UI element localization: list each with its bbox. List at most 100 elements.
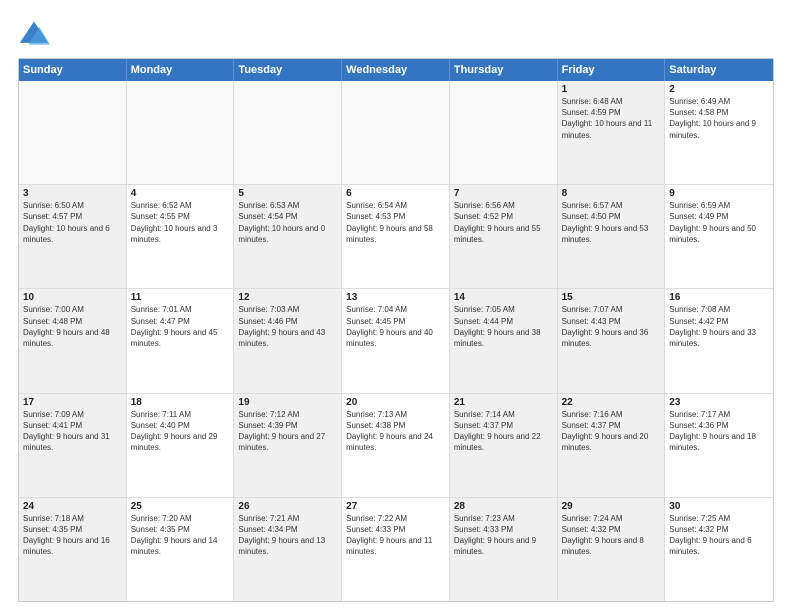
day-info: Sunrise: 7:08 AM Sunset: 4:42 PM Dayligh… bbox=[669, 304, 769, 349]
day-number: 14 bbox=[454, 292, 553, 303]
calendar-cell: 12Sunrise: 7:03 AM Sunset: 4:46 PM Dayli… bbox=[234, 289, 342, 392]
calendar-header-cell: Monday bbox=[127, 59, 235, 81]
calendar-cell: 2Sunrise: 6:49 AM Sunset: 4:58 PM Daylig… bbox=[665, 81, 773, 184]
day-info: Sunrise: 7:07 AM Sunset: 4:43 PM Dayligh… bbox=[562, 304, 661, 349]
day-number: 7 bbox=[454, 188, 553, 199]
calendar-cell: 23Sunrise: 7:17 AM Sunset: 4:36 PM Dayli… bbox=[665, 394, 773, 497]
day-number: 28 bbox=[454, 501, 553, 512]
day-info: Sunrise: 6:57 AM Sunset: 4:50 PM Dayligh… bbox=[562, 200, 661, 245]
day-number: 8 bbox=[562, 188, 661, 199]
day-number: 6 bbox=[346, 188, 445, 199]
calendar-cell: 24Sunrise: 7:18 AM Sunset: 4:35 PM Dayli… bbox=[19, 498, 127, 601]
day-number: 15 bbox=[562, 292, 661, 303]
calendar-cell: 20Sunrise: 7:13 AM Sunset: 4:38 PM Dayli… bbox=[342, 394, 450, 497]
calendar-cell: 27Sunrise: 7:22 AM Sunset: 4:33 PM Dayli… bbox=[342, 498, 450, 601]
calendar-row: 1Sunrise: 6:48 AM Sunset: 4:59 PM Daylig… bbox=[19, 81, 773, 185]
calendar-cell: 29Sunrise: 7:24 AM Sunset: 4:32 PM Dayli… bbox=[558, 498, 666, 601]
calendar-cell: 8Sunrise: 6:57 AM Sunset: 4:50 PM Daylig… bbox=[558, 185, 666, 288]
calendar-cell: 16Sunrise: 7:08 AM Sunset: 4:42 PM Dayli… bbox=[665, 289, 773, 392]
day-info: Sunrise: 6:48 AM Sunset: 4:59 PM Dayligh… bbox=[562, 96, 661, 141]
calendar-cell bbox=[342, 81, 450, 184]
day-number: 30 bbox=[669, 501, 769, 512]
calendar-cell bbox=[19, 81, 127, 184]
calendar-cell: 15Sunrise: 7:07 AM Sunset: 4:43 PM Dayli… bbox=[558, 289, 666, 392]
day-info: Sunrise: 7:24 AM Sunset: 4:32 PM Dayligh… bbox=[562, 513, 661, 558]
calendar-cell bbox=[450, 81, 558, 184]
calendar-cell bbox=[234, 81, 342, 184]
day-number: 18 bbox=[131, 397, 230, 408]
calendar-cell: 28Sunrise: 7:23 AM Sunset: 4:33 PM Dayli… bbox=[450, 498, 558, 601]
calendar-header-cell: Saturday bbox=[665, 59, 773, 81]
day-number: 26 bbox=[238, 501, 337, 512]
calendar-cell: 18Sunrise: 7:11 AM Sunset: 4:40 PM Dayli… bbox=[127, 394, 235, 497]
calendar-header-cell: Sunday bbox=[19, 59, 127, 81]
calendar-header-cell: Thursday bbox=[450, 59, 558, 81]
calendar-row: 10Sunrise: 7:00 AM Sunset: 4:48 PM Dayli… bbox=[19, 289, 773, 393]
calendar-cell: 5Sunrise: 6:53 AM Sunset: 4:54 PM Daylig… bbox=[234, 185, 342, 288]
day-info: Sunrise: 7:23 AM Sunset: 4:33 PM Dayligh… bbox=[454, 513, 553, 558]
calendar-cell: 17Sunrise: 7:09 AM Sunset: 4:41 PM Dayli… bbox=[19, 394, 127, 497]
page: SundayMondayTuesdayWednesdayThursdayFrid… bbox=[0, 0, 792, 612]
calendar: SundayMondayTuesdayWednesdayThursdayFrid… bbox=[18, 58, 774, 602]
calendar-row: 24Sunrise: 7:18 AM Sunset: 4:35 PM Dayli… bbox=[19, 498, 773, 601]
day-info: Sunrise: 6:59 AM Sunset: 4:49 PM Dayligh… bbox=[669, 200, 769, 245]
calendar-cell: 3Sunrise: 6:50 AM Sunset: 4:57 PM Daylig… bbox=[19, 185, 127, 288]
calendar-cell: 14Sunrise: 7:05 AM Sunset: 4:44 PM Dayli… bbox=[450, 289, 558, 392]
day-info: Sunrise: 7:03 AM Sunset: 4:46 PM Dayligh… bbox=[238, 304, 337, 349]
day-info: Sunrise: 7:25 AM Sunset: 4:32 PM Dayligh… bbox=[669, 513, 769, 558]
calendar-cell: 21Sunrise: 7:14 AM Sunset: 4:37 PM Dayli… bbox=[450, 394, 558, 497]
day-info: Sunrise: 6:56 AM Sunset: 4:52 PM Dayligh… bbox=[454, 200, 553, 245]
calendar-cell: 6Sunrise: 6:54 AM Sunset: 4:53 PM Daylig… bbox=[342, 185, 450, 288]
calendar-cell: 4Sunrise: 6:52 AM Sunset: 4:55 PM Daylig… bbox=[127, 185, 235, 288]
day-number: 19 bbox=[238, 397, 337, 408]
calendar-cell: 11Sunrise: 7:01 AM Sunset: 4:47 PM Dayli… bbox=[127, 289, 235, 392]
calendar-row: 17Sunrise: 7:09 AM Sunset: 4:41 PM Dayli… bbox=[19, 394, 773, 498]
day-number: 22 bbox=[562, 397, 661, 408]
calendar-cell: 26Sunrise: 7:21 AM Sunset: 4:34 PM Dayli… bbox=[234, 498, 342, 601]
day-info: Sunrise: 6:54 AM Sunset: 4:53 PM Dayligh… bbox=[346, 200, 445, 245]
calendar-cell: 19Sunrise: 7:12 AM Sunset: 4:39 PM Dayli… bbox=[234, 394, 342, 497]
day-info: Sunrise: 7:14 AM Sunset: 4:37 PM Dayligh… bbox=[454, 409, 553, 454]
calendar-cell: 7Sunrise: 6:56 AM Sunset: 4:52 PM Daylig… bbox=[450, 185, 558, 288]
day-info: Sunrise: 7:00 AM Sunset: 4:48 PM Dayligh… bbox=[23, 304, 122, 349]
day-number: 23 bbox=[669, 397, 769, 408]
day-info: Sunrise: 7:05 AM Sunset: 4:44 PM Dayligh… bbox=[454, 304, 553, 349]
day-number: 2 bbox=[669, 84, 769, 95]
day-number: 3 bbox=[23, 188, 122, 199]
day-info: Sunrise: 7:13 AM Sunset: 4:38 PM Dayligh… bbox=[346, 409, 445, 454]
day-number: 1 bbox=[562, 84, 661, 95]
day-number: 21 bbox=[454, 397, 553, 408]
calendar-cell: 25Sunrise: 7:20 AM Sunset: 4:35 PM Dayli… bbox=[127, 498, 235, 601]
day-number: 11 bbox=[131, 292, 230, 303]
day-info: Sunrise: 7:17 AM Sunset: 4:36 PM Dayligh… bbox=[669, 409, 769, 454]
day-number: 5 bbox=[238, 188, 337, 199]
day-info: Sunrise: 6:50 AM Sunset: 4:57 PM Dayligh… bbox=[23, 200, 122, 245]
logo-icon bbox=[18, 18, 50, 50]
day-info: Sunrise: 7:04 AM Sunset: 4:45 PM Dayligh… bbox=[346, 304, 445, 349]
calendar-header-cell: Tuesday bbox=[234, 59, 342, 81]
day-info: Sunrise: 7:09 AM Sunset: 4:41 PM Dayligh… bbox=[23, 409, 122, 454]
day-number: 17 bbox=[23, 397, 122, 408]
day-info: Sunrise: 7:12 AM Sunset: 4:39 PM Dayligh… bbox=[238, 409, 337, 454]
day-info: Sunrise: 7:22 AM Sunset: 4:33 PM Dayligh… bbox=[346, 513, 445, 558]
day-number: 24 bbox=[23, 501, 122, 512]
day-number: 27 bbox=[346, 501, 445, 512]
calendar-header-cell: Wednesday bbox=[342, 59, 450, 81]
calendar-body: 1Sunrise: 6:48 AM Sunset: 4:59 PM Daylig… bbox=[19, 81, 773, 601]
calendar-row: 3Sunrise: 6:50 AM Sunset: 4:57 PM Daylig… bbox=[19, 185, 773, 289]
day-number: 16 bbox=[669, 292, 769, 303]
calendar-cell: 10Sunrise: 7:00 AM Sunset: 4:48 PM Dayli… bbox=[19, 289, 127, 392]
day-number: 20 bbox=[346, 397, 445, 408]
calendar-cell: 30Sunrise: 7:25 AM Sunset: 4:32 PM Dayli… bbox=[665, 498, 773, 601]
calendar-header-cell: Friday bbox=[558, 59, 666, 81]
calendar-cell: 22Sunrise: 7:16 AM Sunset: 4:37 PM Dayli… bbox=[558, 394, 666, 497]
day-number: 12 bbox=[238, 292, 337, 303]
day-info: Sunrise: 7:20 AM Sunset: 4:35 PM Dayligh… bbox=[131, 513, 230, 558]
calendar-cell: 1Sunrise: 6:48 AM Sunset: 4:59 PM Daylig… bbox=[558, 81, 666, 184]
day-info: Sunrise: 6:52 AM Sunset: 4:55 PM Dayligh… bbox=[131, 200, 230, 245]
logo bbox=[18, 18, 54, 50]
calendar-header: SundayMondayTuesdayWednesdayThursdayFrid… bbox=[19, 59, 773, 81]
day-info: Sunrise: 6:53 AM Sunset: 4:54 PM Dayligh… bbox=[238, 200, 337, 245]
day-info: Sunrise: 7:01 AM Sunset: 4:47 PM Dayligh… bbox=[131, 304, 230, 349]
calendar-cell bbox=[127, 81, 235, 184]
